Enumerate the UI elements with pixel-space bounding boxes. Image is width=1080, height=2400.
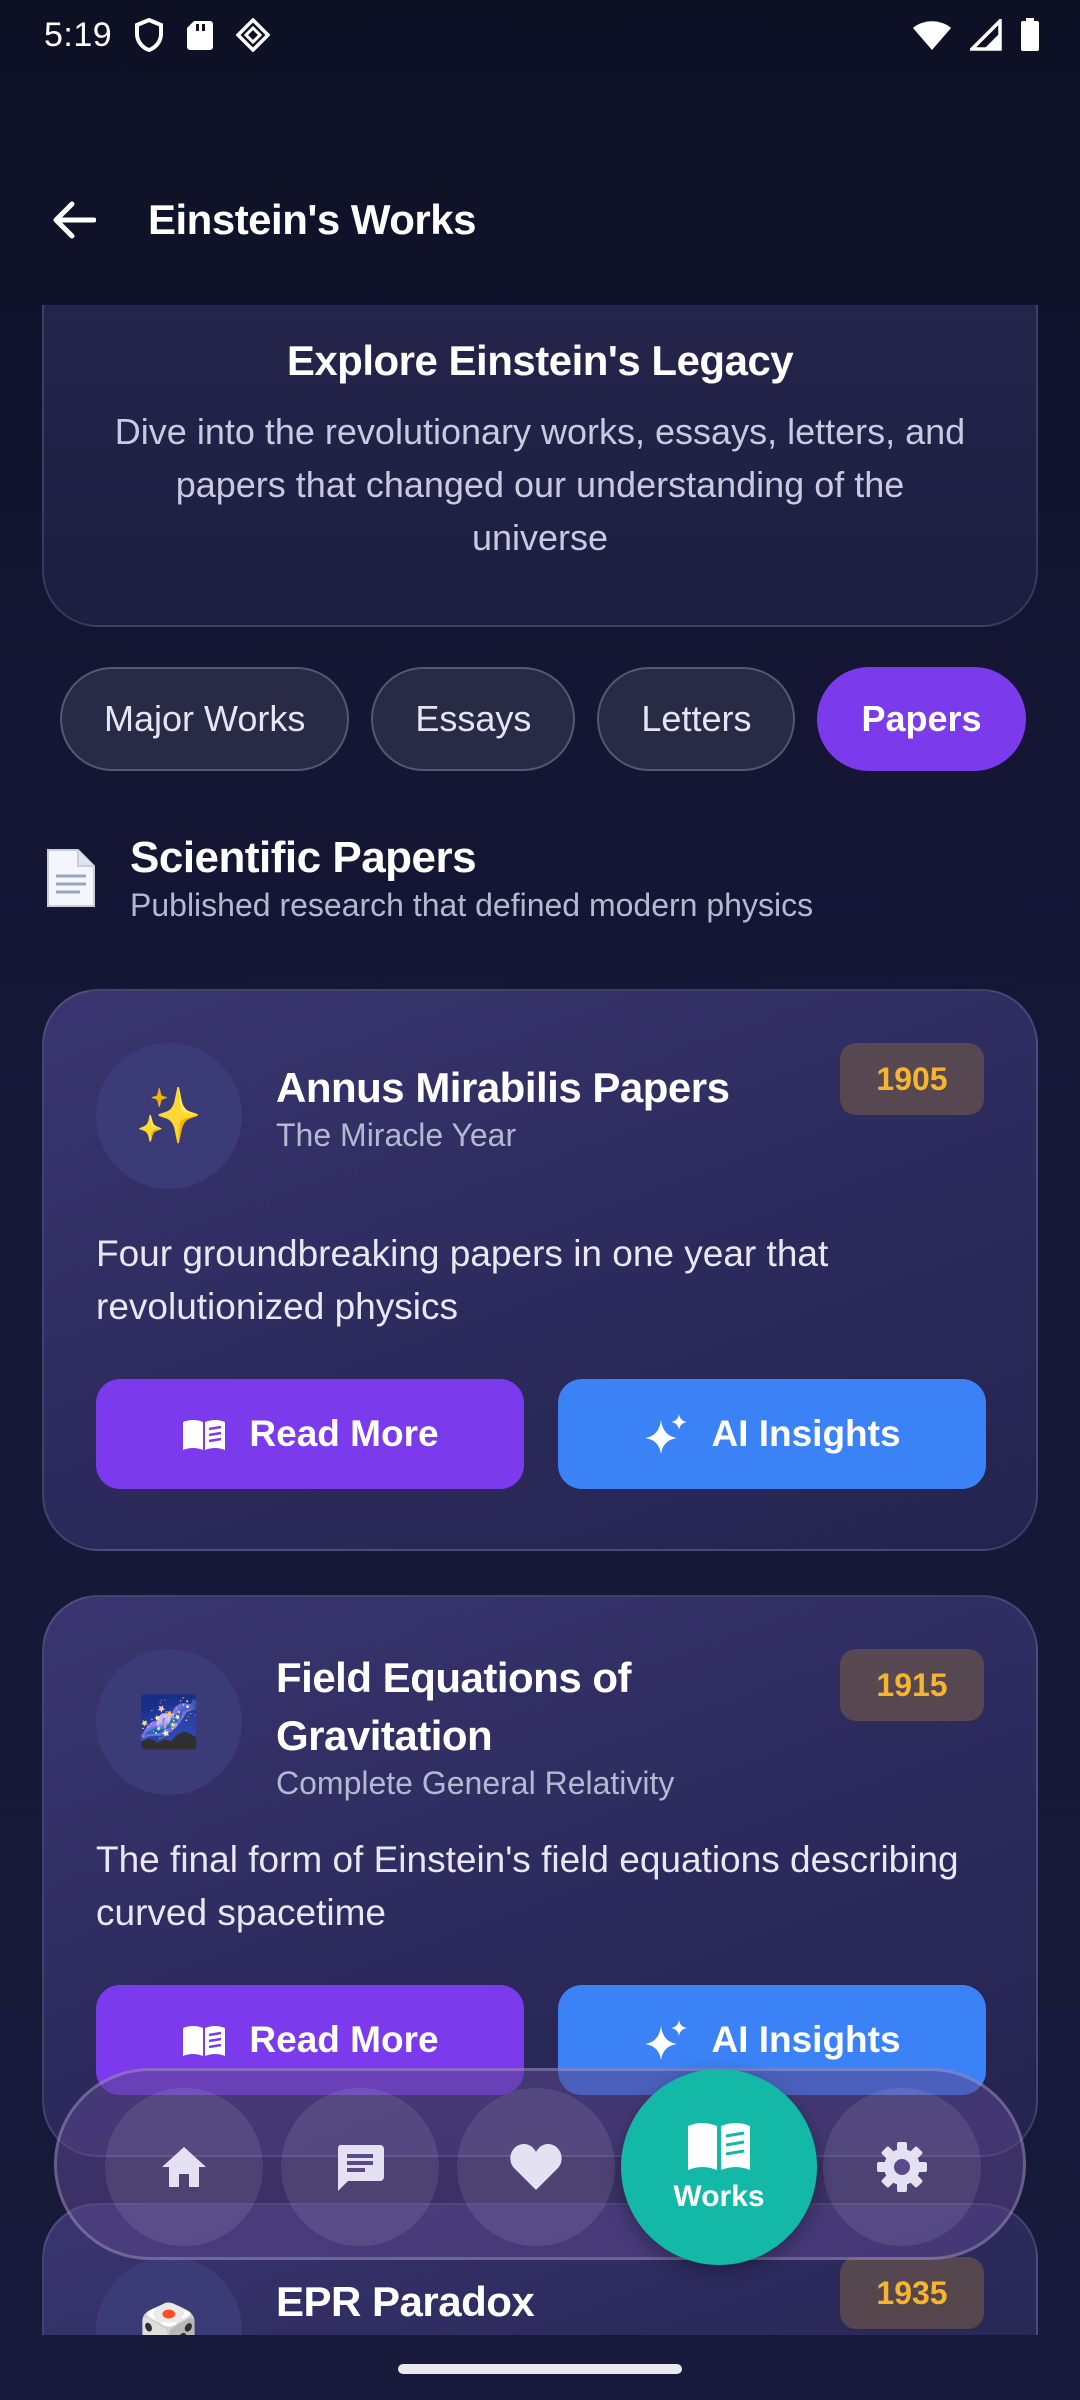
- nav-home[interactable]: [105, 2088, 263, 2246]
- nav-settings[interactable]: [823, 2088, 981, 2246]
- paper-title: Field Equations of Gravitation: [276, 1654, 632, 1759]
- content-scroll[interactable]: Explore Einstein's Legacy Dive into the …: [0, 305, 1080, 2335]
- bottom-nav: Works: [54, 2068, 1026, 2265]
- book-open-icon: [183, 2026, 226, 2056]
- paper-title: EPR Paradox: [276, 2278, 535, 2325]
- chip-papers[interactable]: Papers: [817, 667, 1026, 771]
- section-title: Scientific Papers: [130, 833, 477, 882]
- year-badge: 1905: [840, 1043, 984, 1115]
- nav-favorites[interactable]: [457, 2088, 615, 2246]
- paper-description: Four groundbreaking papers in one year t…: [96, 1233, 829, 1327]
- book-open-icon: [183, 1420, 226, 1450]
- shield-icon: [134, 18, 164, 52]
- app-bar: Einstein's Works: [0, 160, 1080, 280]
- read-more-button[interactable]: Read More: [96, 1379, 524, 1489]
- page-icon: [44, 848, 100, 910]
- chat-icon: [337, 2145, 384, 2191]
- intro-card: Explore Einstein's Legacy Dive into the …: [42, 305, 1038, 627]
- chip-letters[interactable]: Letters: [597, 667, 796, 771]
- book-icon: [688, 2123, 750, 2170]
- paper-subtitle: Complete General Relativity: [276, 1765, 675, 1801]
- chip-essays[interactable]: Essays: [371, 667, 576, 771]
- diamond-icon: [236, 18, 271, 52]
- intro-description: Dive into the revolutionary works, essay…: [114, 411, 966, 558]
- home-indicator[interactable]: [398, 2364, 682, 2374]
- sparkle-icon: [645, 2020, 688, 2060]
- screen: 5:19 Einstein's Works Explore Einstein's…: [0, 0, 1080, 2400]
- read-more-label: Read More: [249, 1413, 439, 1454]
- nav-works[interactable]: Works: [621, 2069, 817, 2265]
- home-icon: [162, 2147, 206, 2187]
- battery-icon: [1020, 18, 1040, 52]
- paper-subtitle: The Miracle Year: [276, 1117, 517, 1153]
- read-more-label: Read More: [249, 2019, 439, 2060]
- paper-description: The final form of Einstein's field equat…: [96, 1839, 959, 1933]
- ai-insights-label: AI Insights: [711, 2019, 901, 2060]
- filter-chips: Major Works Essays Letters Papers: [60, 667, 1026, 771]
- signal-icon: [970, 19, 1002, 51]
- nav-chat[interactable]: [281, 2088, 439, 2246]
- ai-insights-button[interactable]: AI Insights: [558, 1379, 986, 1489]
- status-time: 5:19: [44, 15, 113, 54]
- arrow-left-icon: [53, 201, 96, 239]
- paper-title: Annus Mirabilis Papers: [276, 1064, 730, 1111]
- sparkle-icon: [645, 1414, 688, 1454]
- year-badge: 1935: [840, 2257, 984, 2329]
- paper-card[interactable]: ✨ Annus Mirabilis Papers The Miracle Yea…: [42, 989, 1038, 1551]
- back-button[interactable]: [44, 190, 104, 250]
- chip-major-works[interactable]: Major Works: [60, 667, 350, 771]
- sd-card-icon: [186, 19, 214, 51]
- section-header: Scientific Papers Published research tha…: [44, 833, 813, 924]
- galaxy-icon: 🌌: [96, 1649, 242, 1795]
- wifi-icon: [912, 19, 952, 51]
- section-subtitle: Published research that defined modern p…: [130, 887, 814, 923]
- heart-icon: [510, 2144, 562, 2190]
- page-title: Einstein's Works: [148, 196, 476, 243]
- intro-title: Explore Einstein's Legacy: [286, 337, 794, 384]
- sparkles-icon: ✨: [96, 1043, 242, 1189]
- status-bar: 5:19: [0, 0, 1080, 70]
- dice-icon: 🎲: [96, 2257, 242, 2335]
- year-badge: 1915: [840, 1649, 984, 1721]
- ai-insights-label: AI Insights: [711, 1413, 901, 1454]
- nav-works-label: Works: [673, 2180, 765, 2213]
- gear-icon: [877, 2142, 927, 2192]
